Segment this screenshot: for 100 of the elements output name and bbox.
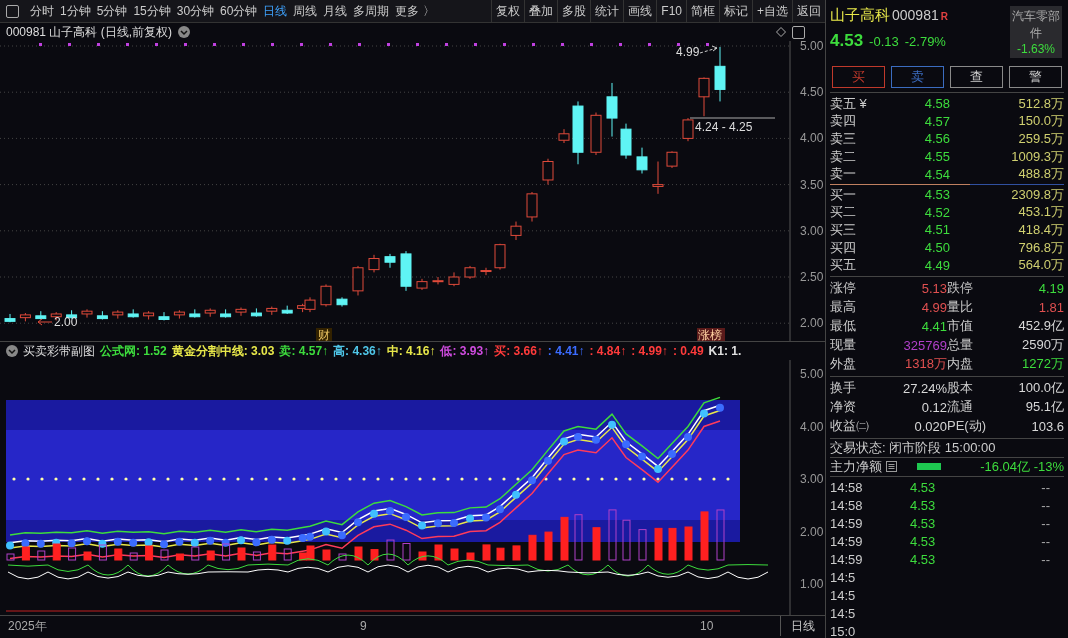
candle [666, 150, 678, 169]
tick-volume: -- [1041, 552, 1050, 568]
level-price: 4.51 [923, 222, 950, 238]
axis-label: 4.00 [800, 419, 824, 434]
period-button[interactable]: 日线 [780, 616, 825, 636]
indicator-value: 高: 4.36↑ [333, 342, 382, 360]
stat-label: 股本 [947, 379, 973, 398]
level-price: 4.55 [923, 149, 950, 165]
stat-value: 4.99 [920, 299, 947, 315]
level-label: 卖五 ¥ [830, 94, 868, 113]
toolbar-button[interactable]: 复权 [491, 0, 525, 22]
level-label: 卖四 [830, 112, 857, 131]
tick-price: 4.53 [910, 480, 936, 496]
period-tab[interactable]: 15分钟 [130, 0, 174, 22]
toolbar-button[interactable]: 统计 [590, 0, 624, 22]
tick-time: 14:59 [830, 534, 864, 550]
sector-card[interactable]: 汽车零部件 -1.63% [1010, 6, 1062, 58]
period-tab[interactable]: 分时 [27, 0, 57, 22]
level-label: 卖三 [830, 130, 857, 148]
stat-value: 452.9亿 [1017, 317, 1064, 336]
indicator-value: : 4.99↑ [631, 344, 668, 358]
toolbar-button[interactable]: 简框 [686, 0, 719, 22]
toolbar-button[interactable]: +自选 [752, 0, 792, 22]
level-volume: 2309.8万 [1010, 185, 1064, 204]
period-tab[interactable]: 日线 [260, 0, 291, 22]
indicator-value: : 4.84↑ [589, 344, 627, 358]
stock-name: 山子高科 [830, 6, 890, 25]
trade-button[interactable]: 警 [1009, 66, 1062, 88]
stat-value: 100.0亿 [1017, 379, 1064, 398]
stat-value: 103.6 [1030, 418, 1064, 434]
trade-button[interactable]: 买 [832, 66, 885, 88]
candle [400, 250, 412, 292]
period-tab[interactable]: 60分钟 [217, 0, 261, 22]
candle [636, 147, 648, 174]
level-label: 买一 [830, 185, 857, 204]
indicator-value: 卖: 4.57↑ [279, 342, 329, 360]
stat-label: 量比 [947, 298, 973, 317]
candle [432, 276, 444, 285]
axis-label: 2.00 [800, 524, 824, 539]
stat-label: 收益㈡ [830, 417, 869, 436]
stat-value: 1.81 [1037, 299, 1064, 315]
toolbar-button[interactable]: F10 [656, 0, 686, 22]
trade-button[interactable]: 卖 [891, 66, 944, 88]
r-mark-label: R [940, 11, 948, 22]
axis-label: 5.00 [800, 367, 824, 381]
panel-toggle-icon[interactable] [792, 25, 805, 39]
candle [250, 307, 262, 318]
tick-time: 14:5 [830, 588, 857, 604]
toolbar-button[interactable]: 叠加 [524, 0, 558, 22]
marker-tag: 涨榜 [697, 328, 725, 341]
level-price: 4.53 [923, 187, 950, 203]
candle [606, 82, 618, 138]
dropdown-icon[interactable] [6, 345, 18, 357]
stat-label: PE(动) [947, 417, 986, 436]
period-tab[interactable]: 多周期 [350, 0, 393, 22]
candle [173, 309, 185, 320]
tick-time: 14:59 [830, 552, 864, 568]
main-force-label: 主力净额 [830, 457, 882, 476]
tick-volume: -- [1041, 516, 1050, 532]
toolbar-button[interactable]: 返回 [792, 0, 825, 22]
level-volume: 259.5万 [1017, 130, 1064, 148]
period-tab[interactable]: 更多 〉 [392, 0, 438, 22]
level-price: 4.49 [923, 257, 950, 273]
axis-label: 2.00 [800, 316, 824, 331]
main-force-value: -16.04亿 -13% [980, 457, 1064, 476]
tick-time: 14:5 [830, 606, 857, 622]
tick-time: 14:58 [830, 498, 864, 514]
panel-toggle-icon[interactable] [6, 4, 19, 18]
tick-price: 4.53 [910, 516, 936, 532]
period-tab[interactable]: 月线 [320, 0, 351, 22]
stat-label: 流通 [947, 398, 973, 417]
toolbar-button[interactable]: 画线 [623, 0, 657, 22]
candle [368, 254, 380, 273]
period-tab[interactable]: 30分钟 [173, 0, 218, 22]
candle [81, 308, 93, 319]
stat-label: 市值 [947, 317, 973, 336]
axis-label: 4.50 [800, 85, 824, 100]
trade-button[interactable]: 查 [950, 66, 1003, 88]
period-tab[interactable]: 5分钟 [93, 0, 131, 22]
candle [143, 310, 155, 320]
candle [494, 243, 506, 271]
stat-value: 2590万 [1021, 336, 1064, 355]
level-volume: 150.0万 [1017, 112, 1064, 131]
diamond-icon[interactable] [776, 27, 786, 37]
candle [4, 313, 16, 323]
level-volume: 418.4万 [1017, 220, 1064, 239]
axis-label: 3.00 [800, 472, 824, 486]
period-tab[interactable]: 周线 [290, 0, 321, 22]
axis-label: 4.00 [800, 131, 824, 146]
stat-value: 95.1亿 [1024, 398, 1064, 417]
candle [620, 123, 632, 160]
list-icon[interactable] [886, 461, 897, 473]
toolbar-button[interactable]: 多股 [557, 0, 591, 22]
price-change: -0.13 [869, 34, 899, 49]
candle [416, 278, 428, 291]
candle [158, 311, 170, 321]
toolbar-button[interactable]: 标记 [719, 0, 752, 22]
tick-time: 14:5 [830, 570, 857, 586]
dropdown-icon[interactable] [178, 26, 191, 38]
period-tab[interactable]: 1分钟 [57, 0, 94, 22]
